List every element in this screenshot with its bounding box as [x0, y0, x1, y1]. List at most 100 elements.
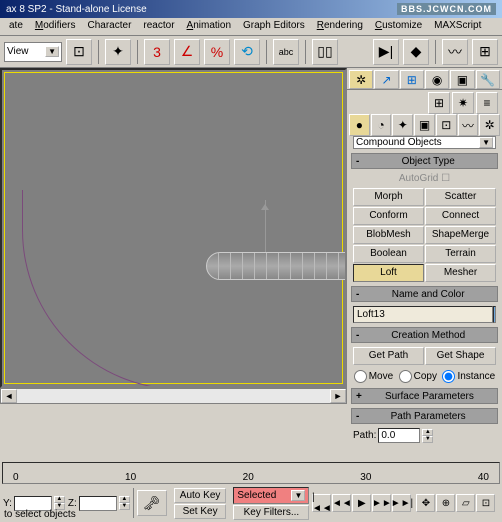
menu-modifiers[interactable]: Modifiers — [30, 19, 81, 34]
object-color-swatch[interactable] — [493, 306, 496, 323]
keyfilters-button[interactable]: Key Filters... — [233, 505, 309, 520]
shapemerge-button[interactable]: ShapeMerge — [425, 226, 496, 244]
autogrid-checkbox[interactable]: AutoGrid ☐ — [347, 171, 502, 186]
menu-graph[interactable]: Graph Editors — [238, 19, 310, 34]
align-icon[interactable]: ▶| — [373, 39, 399, 65]
scroll-left-icon[interactable]: ◄ — [1, 389, 17, 403]
rollout-surface-params[interactable]: +Surface Parameters — [351, 388, 498, 404]
tab-hierarchy[interactable]: ⊞ — [400, 70, 424, 89]
maximize-icon[interactable]: ⊡ — [476, 494, 495, 512]
path-spinner[interactable]: ▲▼ — [422, 429, 433, 443]
next-frame-icon[interactable]: ►► — [372, 494, 391, 512]
z-label: Z: — [68, 498, 77, 509]
menu-bar: ate Modifiers Character reactor Animatio… — [0, 18, 502, 36]
layer-icon[interactable]: ◆ — [403, 39, 429, 65]
refcoord-dropdown[interactable]: View ▼ — [4, 42, 62, 62]
tick: 10 — [125, 472, 136, 483]
radio-copy[interactable]: Copy — [399, 370, 437, 383]
boolean-button[interactable]: Boolean — [353, 245, 424, 263]
cat-shapes-icon[interactable]: ◔ — [371, 114, 392, 136]
blobmesh-button[interactable]: BlobMesh — [353, 226, 424, 244]
goto-start-icon[interactable]: |◄◄ — [312, 494, 331, 512]
menu-maxscript[interactable]: MAXScript — [429, 19, 486, 34]
snap-angle-icon[interactable]: ∠ — [174, 39, 200, 65]
transform-gizmo[interactable] — [247, 200, 266, 255]
rollout-object-type[interactable]: -Object Type — [351, 153, 498, 169]
autokey-button[interactable]: Auto Key — [174, 488, 227, 503]
sub-lights-icon[interactable]: ✷ — [452, 92, 474, 114]
chevron-down-icon: ▼ — [45, 46, 59, 57]
tab-modify[interactable]: ↗ — [374, 70, 398, 89]
menu-character[interactable]: Character — [83, 19, 137, 34]
scatter-button[interactable]: Scatter — [425, 188, 496, 206]
y-label: Y: — [3, 498, 12, 509]
conform-button[interactable]: Conform — [353, 207, 424, 225]
named-sel-icon[interactable]: abc — [273, 39, 299, 65]
menu-create[interactable]: ate — [4, 19, 28, 34]
radio-move[interactable]: Move — [354, 370, 393, 383]
tab-display[interactable]: ▣ — [450, 70, 474, 89]
scroll-right-icon[interactable]: ► — [330, 389, 346, 403]
tick: 30 — [360, 472, 371, 483]
terrain-button[interactable]: Terrain — [425, 245, 496, 263]
connect-button[interactable]: Connect — [425, 207, 496, 225]
curve-editor-icon[interactable]: 〰 — [442, 39, 468, 65]
setkey-button[interactable]: Set Key — [174, 504, 227, 519]
tab-motion[interactable]: ◉ — [425, 70, 449, 89]
z-input[interactable] — [79, 496, 117, 511]
mesher-button[interactable]: Mesher — [425, 264, 496, 282]
path-value-input[interactable] — [378, 428, 420, 443]
chevron-down-icon: ▼ — [479, 137, 493, 148]
main-toolbar: View ▼ ⊡ ✦ 3 ∠ % ⟲ abc ▯▯ ▶| ◆ 〰 ⊞ — [0, 36, 502, 68]
viewport-scroll-h[interactable]: ◄ ► — [0, 388, 347, 404]
key-lock-icon[interactable]: 🗝 — [137, 490, 167, 516]
rollout-creation-method[interactable]: -Creation Method — [351, 327, 498, 343]
fov-icon[interactable]: ▱ — [456, 494, 475, 512]
pivot-icon[interactable]: ⊡ — [66, 39, 92, 65]
cat-spacewarps-icon[interactable]: 〰 — [458, 114, 479, 136]
goto-end-icon[interactable]: ►►| — [392, 494, 411, 512]
get-path-button[interactable]: Get Path — [353, 347, 424, 365]
keymode-dropdown[interactable]: Selected▼ — [233, 487, 309, 504]
object-name-input[interactable] — [353, 306, 493, 323]
command-panel: ✲ ↗ ⊞ ◉ ▣ 🔧 ⊞ ✷ ≡ ● ◔ ✦ ▣ ⊡ 〰 ✲ Compound… — [347, 68, 502, 404]
sub-geometry-icon[interactable]: ⊞ — [428, 92, 450, 114]
rollout-name-color[interactable]: -Name and Color — [351, 286, 498, 302]
morph-button[interactable]: Morph — [353, 188, 424, 206]
menu-reactor[interactable]: reactor — [138, 19, 179, 34]
spinner-snap-icon[interactable]: ⟲ — [234, 39, 260, 65]
time-slider[interactable]: 0 10 20 30 40 — [2, 462, 500, 484]
loft-mesh[interactable] — [206, 252, 346, 280]
path-label: Path: — [353, 430, 376, 441]
mirror-icon[interactable]: ▯▯ — [312, 39, 338, 65]
radio-instance[interactable]: Instance — [442, 370, 495, 383]
menu-customize[interactable]: Customize — [370, 19, 427, 34]
select-manip-icon[interactable]: ✦ — [105, 39, 131, 65]
cat-cameras-icon[interactable]: ▣ — [414, 114, 435, 136]
pan-icon[interactable]: ✥ — [416, 494, 435, 512]
zoom-icon[interactable]: ⊕ — [436, 494, 455, 512]
viewport[interactable] — [0, 68, 347, 388]
snap-percent-icon[interactable]: % — [204, 39, 230, 65]
menu-rendering[interactable]: Rendering — [312, 19, 368, 34]
cat-geometry-icon[interactable]: ● — [349, 114, 370, 136]
snap-3d-icon[interactable]: 3 — [144, 39, 170, 65]
watermark: BBS.JCWCN.COM — [397, 3, 496, 15]
loft-button[interactable]: Loft — [353, 264, 424, 282]
tab-create[interactable]: ✲ — [349, 70, 373, 89]
cat-systems-icon[interactable]: ✲ — [479, 114, 500, 136]
tick: 40 — [478, 472, 489, 483]
rollout-path-params[interactable]: -Path Parameters — [351, 408, 498, 424]
menu-animation[interactable]: Animation — [182, 19, 236, 34]
category-dropdown[interactable]: Compound Objects ▼ — [353, 136, 496, 149]
schematic-icon[interactable]: ⊞ — [472, 39, 498, 65]
tick: 0 — [13, 472, 19, 483]
cat-lights-icon[interactable]: ✦ — [392, 114, 413, 136]
tab-utilities[interactable]: 🔧 — [476, 70, 500, 89]
play-icon[interactable]: ▶ — [352, 494, 371, 512]
cat-helpers-icon[interactable]: ⊡ — [436, 114, 457, 136]
get-shape-button[interactable]: Get Shape — [425, 347, 496, 365]
sub-helpers-icon[interactable]: ≡ — [476, 92, 498, 114]
prev-frame-icon[interactable]: ◄◄ — [332, 494, 351, 512]
status-message: to select objects — [4, 509, 76, 520]
